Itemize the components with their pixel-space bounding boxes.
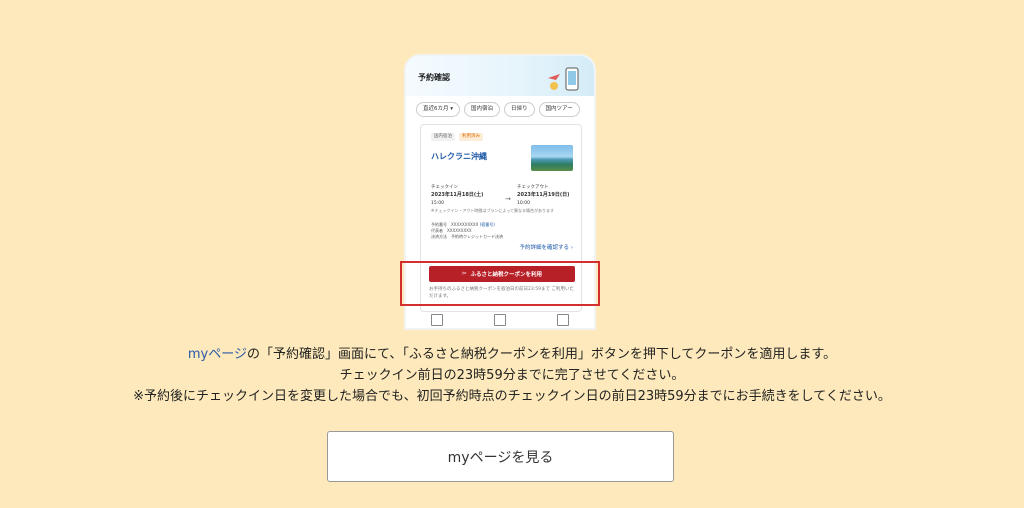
meta-value-representative: XXXXXXXXX: [447, 228, 472, 233]
hotel-thumbnail: [531, 145, 573, 171]
message-line-1-text: の「予約確認」画面にて、「ふるさと納税クーポンを利用」ボタンを押下してクーポンを…: [246, 347, 837, 362]
meta-link-inn-no[interactable]: (宿番号): [480, 222, 495, 227]
time-note: ※チェックイン・アウト時間はプランによって異なる場合があります: [431, 208, 555, 213]
filter-chips: 直近6カ月 ▾ 国内宿泊 日帰り 国内ツアー: [416, 102, 580, 117]
chip-domestic-stay[interactable]: 国内宿泊: [464, 102, 501, 117]
checkout-block: チェックアウト 2023年11月19日(日) 10:00: [517, 185, 569, 208]
travel-illustration-icon: [548, 67, 579, 91]
message-line-2: チェックイン前日の23時59分までに完了させてください。: [339, 368, 685, 383]
chip-day-trip[interactable]: 日帰り: [504, 102, 535, 117]
coupon-highlight-frame: [400, 261, 600, 306]
arrow-right-icon: →: [505, 195, 511, 203]
building-icon[interactable]: [556, 314, 569, 326]
checkin-date: 2023年11月18日(土): [431, 191, 484, 198]
bottom-icons: [406, 314, 594, 326]
checkout-date: 2023年11月19日(日): [517, 191, 570, 198]
meta-value-reservation-no: XXXXXXXXXX: [451, 222, 479, 227]
card-badges: 国内宿泊 利用済み: [431, 133, 483, 141]
instruction-message: myページの「予約確認」画面にて、「ふるさと納税クーポンを利用」ボタンを押下して…: [0, 344, 1024, 407]
phone-header: 予約確認: [406, 56, 594, 96]
checkout-time: 10:00: [517, 201, 530, 206]
checkin-block: チェックイン 2023年11月18日(土) 15:00: [431, 185, 483, 208]
chip-period[interactable]: 直近6カ月 ▾: [416, 102, 461, 117]
message-line-3: ※予約後にチェックイン日を変更した場合でも、初回予約時点のチェックイン日の前日2…: [133, 389, 891, 404]
meta-value-payment: 予約時クレジットカード決済: [451, 234, 503, 239]
view-mypage-button[interactable]: myページを見る: [327, 431, 674, 482]
checkin-time: 15:00: [431, 201, 444, 206]
photo-icon[interactable]: [493, 314, 506, 326]
category-badge: 国内宿泊: [431, 133, 455, 141]
meta-label-representative: 代表者: [431, 228, 443, 233]
reservation-meta: 予約番号 XXXXXXXXXX (宿番号) 代表者 XXXXXXXXX 決済方法…: [431, 222, 503, 240]
mypage-inline-link[interactable]: myページ: [188, 347, 247, 362]
phone-title: 予約確認: [418, 73, 450, 82]
meta-label-payment: 決済方法: [431, 234, 447, 239]
hotel-name[interactable]: ハレクラニ沖縄: [431, 151, 487, 162]
message-line-1: myページの「予約確認」画面にて、「ふるさと納税クーポンを利用」ボタンを押下して…: [0, 344, 1024, 365]
chip-domestic-tour[interactable]: 国内ツアー: [538, 102, 580, 117]
reservation-detail-link[interactable]: 予約詳細を確認する ›: [520, 243, 573, 251]
document-icon[interactable]: [431, 314, 444, 326]
meta-label-reservation-no: 予約番号: [431, 222, 447, 227]
status-badge: 利用済み: [459, 133, 483, 141]
